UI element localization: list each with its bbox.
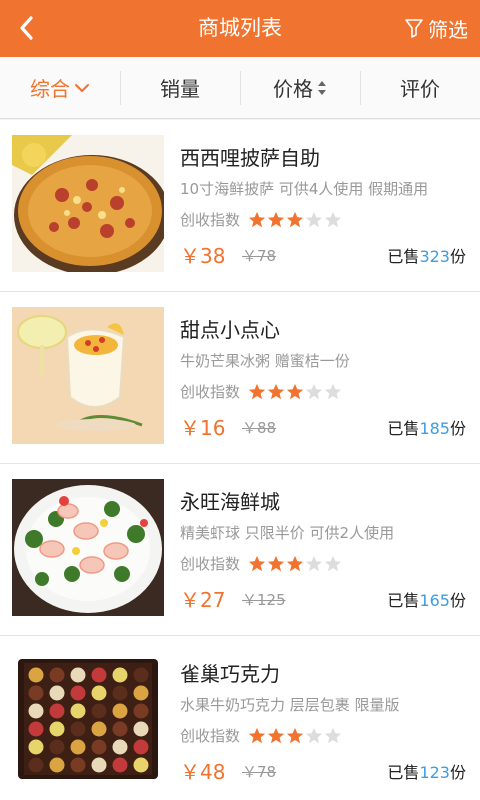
sold-number: 123	[419, 763, 450, 782]
rating-row: 创收指数	[180, 209, 342, 230]
sold-number: 185	[419, 419, 450, 438]
sold-suffix: 份	[449, 763, 466, 782]
sold-count: 已售185份	[387, 415, 466, 439]
product-name: 雀巢巧克力	[180, 662, 280, 686]
product-image-pizza	[12, 135, 164, 272]
original-price: ￥88	[242, 419, 277, 437]
product-image-chocolate	[12, 651, 164, 788]
back-button[interactable]	[10, 10, 46, 46]
rating-label: 创收指数	[180, 383, 241, 401]
filter-button[interactable]: 筛选	[405, 10, 468, 46]
sold-prefix: 已售	[387, 419, 420, 438]
star-rating	[248, 727, 342, 745]
list-item[interactable]: 雀巢巧克力 水果牛奶巧克力 层层包裹 限量版 创收指数 ￥48 ￥78 已售12…	[0, 636, 480, 800]
sold-prefix: 已售	[387, 763, 420, 782]
star-filled-icon	[267, 211, 285, 227]
rating-row: 创收指数	[180, 553, 342, 574]
product-description: 牛奶芒果冰粥 赠蜜桔一份	[180, 352, 350, 370]
product-image-seafood	[12, 479, 164, 616]
list-item[interactable]: 甜点小点心 牛奶芒果冰粥 赠蜜桔一份 创收指数 ￥16 ￥88 已售185份	[0, 292, 480, 464]
chevron-down-icon	[74, 82, 90, 94]
star-empty-icon	[324, 727, 342, 743]
tab-comprehensive[interactable]: 综合	[0, 57, 120, 118]
sold-number: 323	[419, 247, 450, 266]
current-price: ￥48	[180, 760, 226, 784]
product-name: 甜点小点心	[180, 318, 280, 342]
star-filled-icon	[286, 383, 304, 399]
filter-label: 筛选	[428, 17, 468, 42]
rating-label: 创收指数	[180, 727, 241, 745]
rating-row: 创收指数	[180, 725, 342, 746]
sold-count: 已售165份	[387, 587, 466, 611]
tab-label: 销量	[160, 77, 200, 101]
star-empty-icon	[305, 383, 323, 399]
sold-suffix: 份	[449, 419, 466, 438]
star-filled-icon	[286, 727, 304, 743]
sold-prefix: 已售	[387, 247, 420, 266]
star-filled-icon	[286, 555, 304, 571]
current-price: ￥16	[180, 416, 226, 440]
product-name: 西西哩披萨自助	[180, 146, 320, 170]
star-filled-icon	[248, 727, 266, 743]
rating-row: 创收指数	[180, 381, 342, 402]
star-filled-icon	[267, 383, 285, 399]
product-name: 永旺海鲜城	[180, 490, 280, 514]
tab-rating[interactable]: 评价	[360, 57, 480, 118]
star-rating	[248, 555, 342, 573]
chevron-left-icon	[20, 16, 33, 40]
star-rating	[248, 383, 342, 401]
rating-label: 创收指数	[180, 211, 241, 229]
original-price: ￥78	[242, 763, 277, 781]
star-filled-icon	[248, 383, 266, 399]
star-empty-icon	[324, 555, 342, 571]
original-price: ￥125	[242, 591, 286, 609]
sold-suffix: 份	[449, 247, 466, 266]
star-filled-icon	[286, 211, 304, 227]
star-empty-icon	[324, 211, 342, 227]
current-price: ￥27	[180, 588, 226, 612]
list-item[interactable]: 永旺海鲜城 精美虾球 只限半价 可供2人使用 创收指数 ￥27 ￥125 已售1…	[0, 464, 480, 636]
star-empty-icon	[305, 211, 323, 227]
sold-number: 165	[419, 591, 450, 610]
star-rating	[248, 211, 342, 229]
sold-prefix: 已售	[387, 591, 420, 610]
star-empty-icon	[324, 383, 342, 399]
sort-arrows-icon	[317, 80, 327, 96]
original-price: ￥78	[242, 247, 277, 265]
tab-sales[interactable]: 销量	[120, 57, 240, 118]
sold-suffix: 份	[449, 591, 466, 610]
tab-label: 综合	[30, 77, 70, 101]
product-description: 精美虾球 只限半价 可供2人使用	[180, 524, 395, 542]
list-item[interactable]: 西西哩披萨自助 10寸海鲜披萨 可供4人使用 假期通用 创收指数 ￥38 ￥78…	[0, 120, 480, 292]
sort-bar: 综合 销量 价格 评价	[0, 57, 480, 119]
funnel-icon	[405, 19, 423, 38]
top-bar: 商城列表 筛选	[0, 0, 480, 57]
tab-label: 价格	[273, 77, 313, 101]
star-filled-icon	[248, 555, 266, 571]
product-description: 10寸海鲜披萨 可供4人使用 假期通用	[180, 180, 429, 198]
star-filled-icon	[267, 555, 285, 571]
product-list: 西西哩披萨自助 10寸海鲜披萨 可供4人使用 假期通用 创收指数 ￥38 ￥78…	[0, 120, 480, 800]
star-filled-icon	[267, 727, 285, 743]
product-description: 水果牛奶巧克力 层层包裹 限量版	[180, 696, 400, 714]
tab-price[interactable]: 价格	[240, 57, 360, 118]
current-price: ￥38	[180, 244, 226, 268]
sold-count: 已售123份	[387, 759, 466, 783]
star-filled-icon	[248, 211, 266, 227]
star-empty-icon	[305, 555, 323, 571]
product-image-dessert	[12, 307, 164, 444]
star-empty-icon	[305, 727, 323, 743]
tab-label: 评价	[400, 77, 440, 101]
rating-label: 创收指数	[180, 555, 241, 573]
sold-count: 已售323份	[387, 243, 466, 267]
